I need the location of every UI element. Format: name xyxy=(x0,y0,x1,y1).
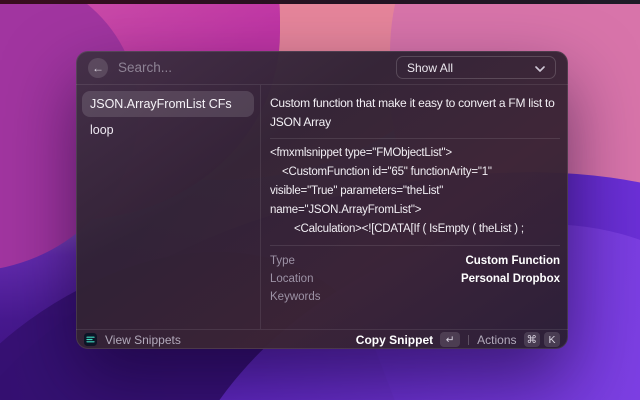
snippet-code-block: <fmxmlsnippet type="FMObjectList"> <Cust… xyxy=(270,144,560,239)
code-line: <CustomFunction id="65" functionArity="1… xyxy=(270,163,560,182)
snippets-extension-icon xyxy=(84,333,97,346)
copy-snippet-button[interactable]: Copy Snippet ↵ xyxy=(356,332,460,347)
screen-top-edge xyxy=(0,0,640,4)
metadata-value: Personal Dropbox xyxy=(461,270,560,288)
code-line: <fmxmlsnippet type="FMObjectList"> xyxy=(270,144,560,163)
copy-snippet-label: Copy Snippet xyxy=(356,333,433,347)
window-body: JSON.ArrayFromList CFs loop Custom funct… xyxy=(76,85,568,329)
command-key-icon: ⌘ xyxy=(524,332,541,347)
list-item-json-arrayfromlist[interactable]: JSON.ArrayFromList CFs xyxy=(82,91,254,117)
actions-menu-button[interactable]: Actions ⌘ K xyxy=(477,332,560,347)
code-line: name="JSON.ArrayFromList"> xyxy=(270,201,560,220)
chevron-down-icon xyxy=(535,61,545,75)
filter-dropdown[interactable]: Show All xyxy=(396,56,556,79)
enter-key-icon: ↵ xyxy=(440,332,460,347)
metadata-label: Keywords xyxy=(270,288,321,306)
code-line: <Calculation><![CDATA[If ( IsEmpty ( the… xyxy=(270,220,560,239)
arrow-left-icon: ← xyxy=(92,61,104,75)
command-indicator: View Snippets xyxy=(84,333,181,347)
metadata-label: Type xyxy=(270,252,295,270)
filter-dropdown-value: Show All xyxy=(407,61,453,75)
actions-shortcut: ⌘ K xyxy=(524,332,561,347)
metadata-row-type: Type Custom Function xyxy=(270,252,560,270)
list-item-loop[interactable]: loop xyxy=(82,117,254,143)
search-input[interactable] xyxy=(118,60,386,75)
code-line: visible="True" parameters="theList" xyxy=(270,182,560,201)
metadata-row-location: Location Personal Dropbox xyxy=(270,270,560,288)
divider xyxy=(270,245,560,246)
snippet-list: JSON.ArrayFromList CFs loop xyxy=(76,85,261,329)
actions-label: Actions xyxy=(477,333,516,347)
metadata-label: Location xyxy=(270,270,313,288)
divider xyxy=(468,335,469,345)
snippet-description: Custom function that make it easy to con… xyxy=(270,94,560,132)
detail-panel: Custom function that make it easy to con… xyxy=(261,85,568,329)
action-bar: View Snippets Copy Snippet ↵ Actions ⌘ K xyxy=(76,329,568,349)
metadata-section: Type Custom Function Location Personal D… xyxy=(270,252,560,306)
k-key: K xyxy=(544,332,560,347)
launcher-window: ← Show All JSON.ArrayFromList CFs loop C… xyxy=(76,51,568,349)
command-label: View Snippets xyxy=(105,333,181,347)
toolbar: ← Show All xyxy=(76,51,568,85)
metadata-value: Custom Function xyxy=(465,252,560,270)
divider xyxy=(270,138,560,139)
back-button[interactable]: ← xyxy=(88,58,108,78)
metadata-row-keywords: Keywords xyxy=(270,288,560,306)
